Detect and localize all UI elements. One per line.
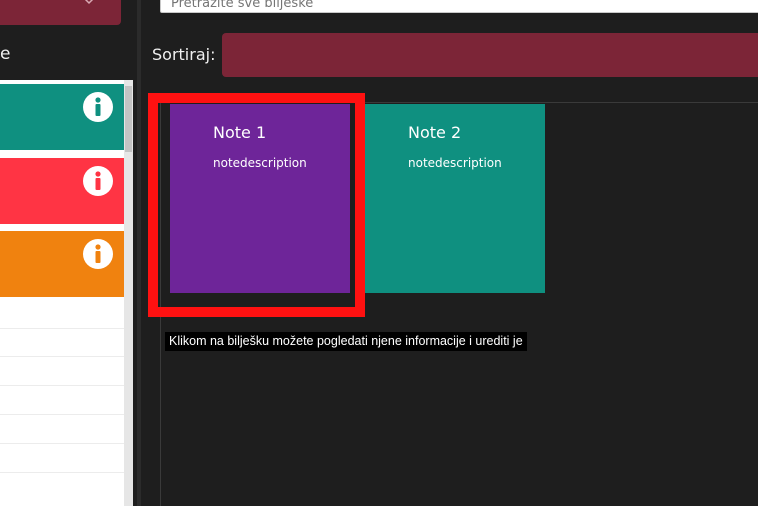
pane-splitter bbox=[137, 0, 141, 506]
category-item-teal[interactable] bbox=[0, 84, 124, 150]
note-description: notedescription bbox=[408, 156, 502, 170]
info-icon[interactable] bbox=[82, 165, 114, 197]
list-row-divider bbox=[0, 443, 124, 444]
category-item-orange[interactable] bbox=[0, 231, 124, 297]
list-row-divider bbox=[0, 472, 124, 473]
sidebar-header-label: e bbox=[0, 44, 11, 64]
app-window: e Sortiraj: Note 1 bbox=[0, 0, 758, 506]
search-input[interactable] bbox=[160, 0, 758, 13]
category-dropdown[interactable] bbox=[0, 0, 121, 25]
scrollbar-thumb[interactable] bbox=[125, 86, 132, 152]
info-icon[interactable] bbox=[82, 238, 114, 270]
chevron-down-icon bbox=[84, 0, 94, 5]
list-scrollbar[interactable] bbox=[124, 80, 133, 506]
note-card[interactable]: Note 2 notedescription bbox=[365, 104, 545, 293]
sort-label: Sortiraj: bbox=[152, 45, 216, 64]
list-row-divider bbox=[0, 328, 124, 329]
tutorial-highlight-frame bbox=[148, 93, 365, 317]
note-title: Note 2 bbox=[408, 123, 462, 142]
list-row-divider bbox=[0, 385, 124, 386]
tutorial-tooltip: Klikom na bilješku možete pogledati njen… bbox=[165, 332, 527, 351]
sort-dropdown[interactable] bbox=[222, 33, 758, 77]
list-row-divider bbox=[0, 414, 124, 415]
category-item-red[interactable] bbox=[0, 158, 124, 224]
list-row-divider bbox=[0, 356, 124, 357]
info-icon[interactable] bbox=[82, 91, 114, 123]
